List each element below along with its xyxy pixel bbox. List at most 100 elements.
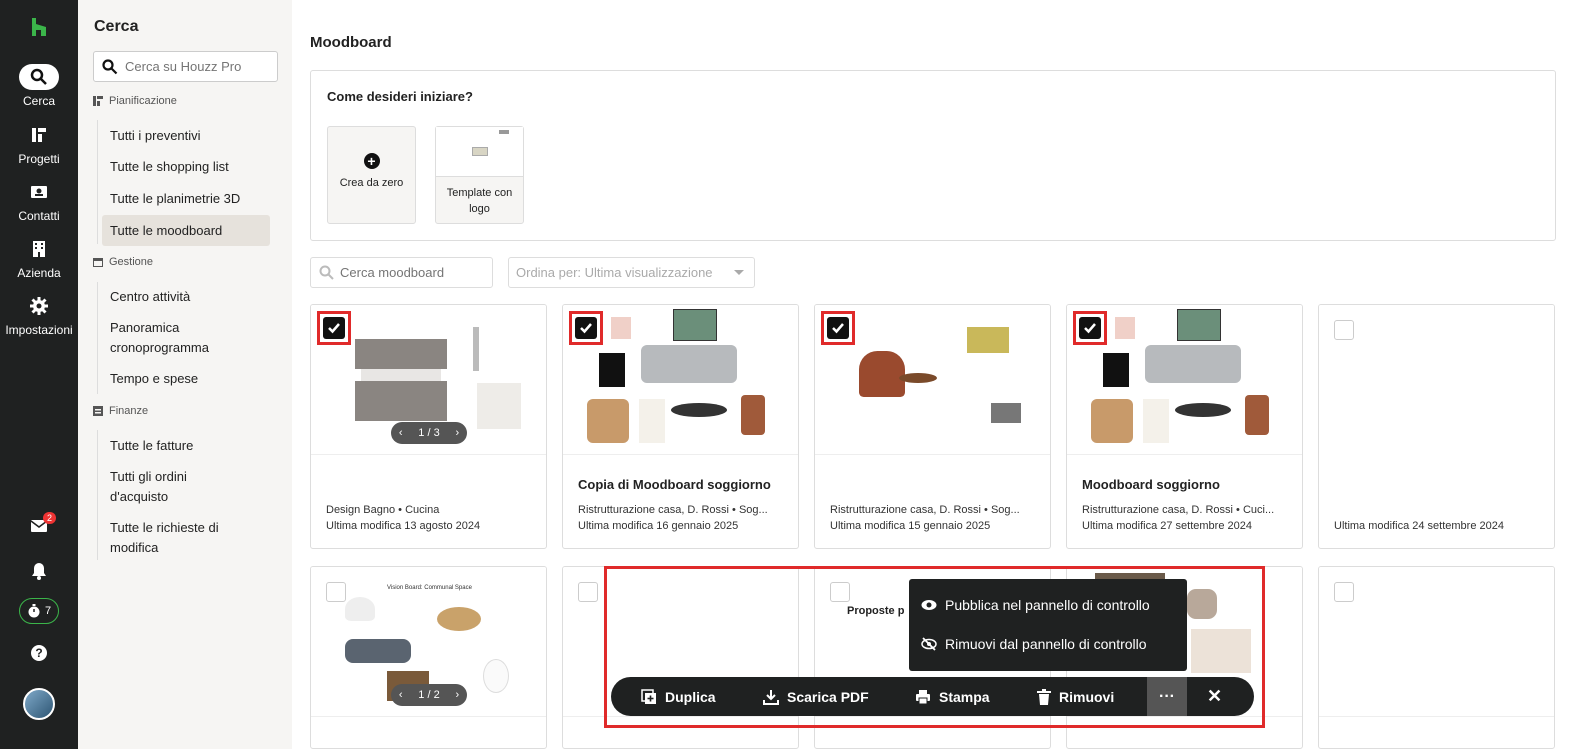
menu-item-unpublish[interactable]: Rimuovi dal pannello di controllo bbox=[921, 636, 1147, 652]
nav-item-shopping-lists[interactable]: Tutte le shopping list bbox=[110, 157, 278, 177]
moodboard-thumbnail: Vision Board: Communal Space ‹ 1 / 2 › bbox=[311, 567, 546, 717]
print-button[interactable]: Stampa bbox=[915, 677, 990, 716]
chevron-right-icon[interactable]: › bbox=[455, 427, 459, 439]
card-checkbox[interactable] bbox=[575, 317, 597, 339]
trash-icon bbox=[1037, 688, 1051, 705]
search-icon bbox=[319, 265, 334, 280]
moodboard-card[interactable]: ‹ 1 / 3 › Design Bagno • Cucina Ultima m… bbox=[310, 304, 547, 549]
rail-item-settings[interactable]: Impostazioni bbox=[0, 293, 78, 337]
close-action-bar-button[interactable]: ✕ bbox=[1207, 677, 1222, 716]
thumbnail-heading: Vision Board: Communal Space bbox=[387, 585, 472, 591]
card-checkbox[interactable] bbox=[1334, 582, 1354, 602]
inbox-button[interactable]: 2 bbox=[0, 512, 78, 540]
card-modified: Ultima modifica 24 settembre 2024 bbox=[1334, 520, 1504, 532]
chevron-left-icon[interactable]: ‹ bbox=[399, 689, 403, 701]
inbox-badge: 2 bbox=[43, 512, 57, 524]
nav-item-activity-center[interactable]: Centro attività bbox=[110, 287, 278, 307]
download-pdf-button[interactable]: Scarica PDF bbox=[763, 677, 869, 716]
projects-icon bbox=[19, 122, 59, 148]
moodboard-card[interactable]: Copia di Moodboard soggiorno Ristruttura… bbox=[562, 304, 799, 549]
nav-item-change-orders[interactable]: Tutte le richieste di modifica bbox=[110, 518, 245, 558]
nav-item-moodboards[interactable]: Tutte le moodboard bbox=[102, 215, 270, 246]
moodboard-card[interactable]: Moodboard soggiorno Ristrutturazione cas… bbox=[1066, 304, 1303, 549]
template-with-logo-card[interactable]: Template con logo bbox=[435, 126, 524, 224]
nav-group-planning: Pianificazione bbox=[93, 95, 177, 107]
rail-item-company[interactable]: Azienda bbox=[0, 236, 78, 280]
card-modified: Ultima modifica 15 gennaio 2025 bbox=[830, 520, 991, 532]
moodboard-card[interactable]: Ristrutturazione casa, D. Rossi • Sog...… bbox=[814, 304, 1051, 549]
rail-item-projects[interactable]: Progetti bbox=[0, 122, 78, 166]
nav-item-estimates[interactable]: Tutti i preventivi bbox=[110, 126, 278, 146]
left-rail: Cerca Progetti Contatti Azienda Impostaz… bbox=[0, 0, 78, 749]
card-project: Ristrutturazione casa, D. Rossi • Cuci..… bbox=[1082, 504, 1275, 516]
card-checkbox[interactable] bbox=[326, 582, 346, 602]
chevron-right-icon[interactable]: › bbox=[455, 689, 459, 701]
nav-item-invoices[interactable]: Tutte le fatture bbox=[110, 436, 278, 456]
more-actions-button[interactable]: ··· bbox=[1147, 677, 1187, 716]
nav-title: Cerca bbox=[94, 18, 139, 35]
card-modified: Ultima modifica 16 gennaio 2025 bbox=[578, 520, 739, 532]
check-icon bbox=[1084, 323, 1096, 334]
moodboard-search-field[interactable] bbox=[310, 257, 493, 288]
template-preview bbox=[436, 127, 523, 177]
houzz-logo-icon[interactable] bbox=[28, 16, 50, 38]
chevron-left-icon[interactable]: ‹ bbox=[399, 427, 403, 439]
notifications-button[interactable] bbox=[0, 562, 78, 580]
svg-text:?: ? bbox=[35, 646, 42, 660]
thumbnail-pager[interactable]: ‹ 1 / 3 › bbox=[391, 422, 467, 444]
user-avatar-button[interactable] bbox=[0, 688, 78, 720]
card-modified: Ultima modifica 13 agosto 2024 bbox=[326, 520, 481, 532]
card-checkbox[interactable] bbox=[578, 582, 598, 602]
check-icon bbox=[832, 323, 844, 334]
contacts-icon bbox=[19, 179, 59, 205]
avatar bbox=[23, 688, 55, 720]
eye-off-icon bbox=[921, 637, 937, 651]
sort-dropdown[interactable]: Ordina per: Ultima visualizzazione bbox=[508, 257, 755, 288]
plus-icon: + bbox=[363, 153, 380, 169]
moodboard-card[interactable]: Ultima modifica 24 settembre 2024 bbox=[1318, 304, 1555, 549]
remove-button[interactable]: Rimuovi bbox=[1037, 677, 1114, 716]
card-title[interactable]: Moodboard soggiorno bbox=[1082, 477, 1220, 492]
moodboard-search-input[interactable] bbox=[340, 265, 490, 280]
help-button[interactable]: ? bbox=[0, 644, 78, 662]
card-title[interactable]: Copia di Moodboard soggiorno bbox=[578, 477, 771, 492]
card-checkbox[interactable] bbox=[1079, 317, 1101, 339]
rail-item-search[interactable]: Cerca bbox=[0, 64, 78, 108]
nav-search-field[interactable] bbox=[93, 51, 278, 82]
card-modified: Ultima modifica 27 settembre 2024 bbox=[1082, 520, 1252, 532]
card-checkbox[interactable] bbox=[830, 582, 850, 602]
secondary-nav: Cerca Pianificazione Tutti i preventivi … bbox=[78, 0, 292, 749]
card-project: Ristrutturazione casa, D. Rossi • Sog... bbox=[830, 504, 1020, 516]
duplicate-button[interactable]: Duplica bbox=[641, 677, 716, 716]
close-icon: ✕ bbox=[1207, 686, 1223, 706]
moodboard-card[interactable]: Vision Board: Communal Space ‹ 1 / 2 › bbox=[310, 566, 547, 749]
rail-item-label: Progetti bbox=[18, 152, 60, 166]
nav-search-input[interactable] bbox=[125, 59, 265, 74]
card-checkbox[interactable] bbox=[827, 317, 849, 339]
card-checkbox[interactable] bbox=[1334, 320, 1354, 340]
eye-icon bbox=[921, 600, 937, 610]
nav-item-schedule-overview[interactable]: Panoramica cronoprogramma bbox=[110, 318, 230, 358]
menu-item-publish[interactable]: Pubblica nel pannello di controllo bbox=[921, 597, 1150, 613]
nav-item-purchase-orders[interactable]: Tutti gli ordini d'acquisto bbox=[110, 467, 235, 507]
thumbnail-pager[interactable]: ‹ 1 / 2 › bbox=[391, 684, 467, 706]
check-icon bbox=[580, 323, 592, 334]
help-icon: ? bbox=[31, 645, 47, 661]
timer-count: 7 bbox=[44, 605, 52, 617]
moodboard-thumbnail bbox=[1319, 567, 1554, 717]
rail-item-contacts[interactable]: Contatti bbox=[0, 179, 78, 223]
stopwatch-icon bbox=[28, 604, 40, 618]
create-from-scratch-card[interactable]: + Crea da zero bbox=[327, 126, 416, 224]
card-checkbox[interactable] bbox=[323, 317, 345, 339]
print-icon bbox=[916, 689, 930, 704]
moodboard-card[interactable] bbox=[562, 566, 799, 749]
moodboard-card[interactable] bbox=[1318, 566, 1555, 749]
rail-item-label: Contatti bbox=[18, 209, 60, 223]
moodboard-thumbnail bbox=[1319, 305, 1554, 455]
nav-item-3d-plans[interactable]: Tutte le planimetrie 3D bbox=[110, 189, 278, 209]
rail-item-label: Azienda bbox=[17, 266, 61, 280]
rail-item-label: Impostazioni bbox=[5, 323, 73, 337]
nav-group-management: Gestione bbox=[93, 256, 153, 268]
timer-button[interactable]: 7 bbox=[0, 598, 78, 624]
nav-item-time-expenses[interactable]: Tempo e spese bbox=[110, 369, 278, 389]
